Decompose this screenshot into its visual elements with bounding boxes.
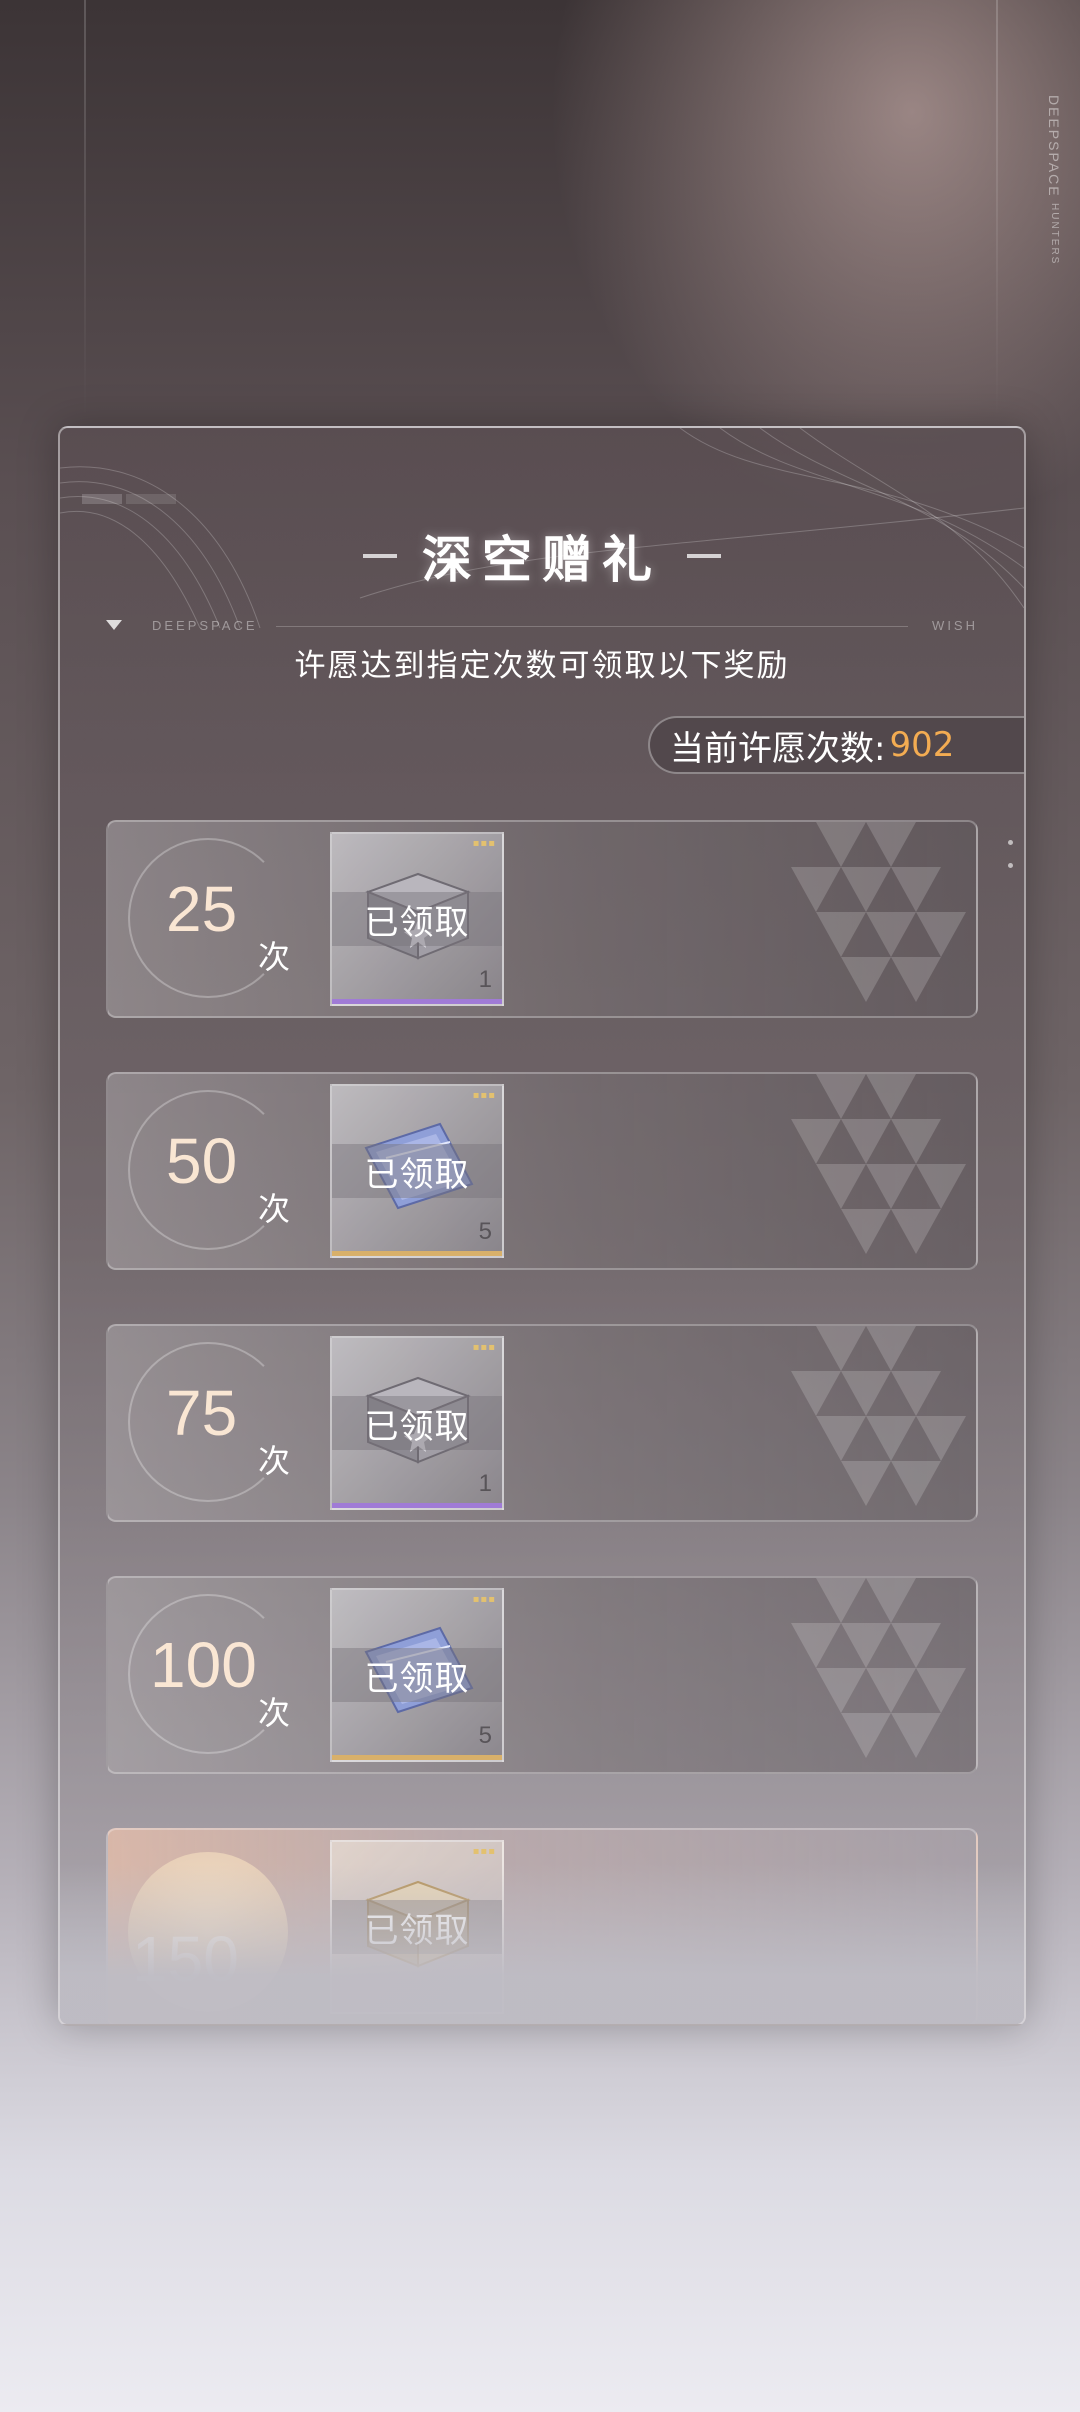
reward-card[interactable]: 25 次 ▪▪▪ 已领取 1: [106, 820, 978, 1018]
background-line: [84, 0, 86, 420]
reward-card[interactable]: 150 ▪▪▪ 已领取: [106, 1828, 978, 2024]
reward-card[interactable]: 100 次 ▪▪▪ 已领取 5: [106, 1576, 978, 1774]
title-dash-left: [362, 554, 397, 558]
milestone-number: 100: [150, 1629, 257, 1701]
triangle-pattern: [791, 1074, 966, 1254]
rarity-stars-icon: ▪▪▪: [472, 1846, 496, 1857]
reward-item[interactable]: ▪▪▪ 已领取 5: [330, 1084, 504, 1258]
milestone-number: 75: [166, 1377, 238, 1449]
rarity-stars-icon: ▪▪▪: [472, 838, 496, 849]
current-wish-count: 当前许愿次数: 902: [648, 716, 1024, 774]
scroll-dot: [1008, 840, 1013, 845]
milestone-unit: 次: [258, 938, 291, 976]
claimed-label: 已领取: [332, 1900, 502, 1954]
panel-subtitle: 许愿达到指定次数可领取以下奖励: [294, 648, 790, 684]
reward-item[interactable]: ▪▪▪ 已领取 1: [330, 1336, 504, 1510]
rarity-bar: [332, 1251, 502, 1256]
reward-list[interactable]: 25 次 ▪▪▪ 已领取 1 50 次 ▪▪▪ 已领取 5 75 次 ▪▪▪ 已…: [106, 820, 978, 2024]
reward-item[interactable]: ▪▪▪ 已领取 5: [330, 1588, 504, 1762]
rarity-bar: [332, 1755, 502, 1760]
milestone-number: 150: [132, 1923, 239, 1995]
rarity-bar: [332, 1503, 502, 1508]
reward-item[interactable]: ▪▪▪ 已领取: [330, 1840, 504, 2014]
background-line: [996, 0, 998, 420]
triangle-pattern: [791, 822, 966, 1002]
divider: [276, 626, 908, 627]
item-quantity: 1: [478, 966, 492, 993]
title-row: 深空赠礼: [60, 520, 1024, 592]
panel-title: 深空赠礼: [422, 530, 662, 589]
reward-card[interactable]: 75 次 ▪▪▪ 已领取 1: [106, 1324, 978, 1522]
side-brand-main: DEEPSPACE: [1046, 95, 1062, 198]
side-brand-text: DEEPSPACE HUNTERS: [1046, 95, 1062, 266]
item-quantity: 5: [478, 1218, 492, 1245]
milestone-number: 50: [166, 1125, 238, 1197]
reward-panel: 深空赠礼 DEEPSPACE WISH 许愿达到指定次数可领取以下奖励 当前许愿…: [58, 426, 1026, 2026]
scroll-indicator: [1008, 840, 1014, 886]
decoration-row: DEEPSPACE WISH: [106, 618, 978, 638]
rarity-stars-icon: ▪▪▪: [472, 1594, 496, 1605]
item-quantity: 1: [478, 1470, 492, 1497]
claimed-label: 已领取: [332, 1648, 502, 1702]
item-quantity: 5: [478, 1722, 492, 1749]
milestone-unit: 次: [258, 1694, 291, 1732]
triangle-pattern: [791, 1326, 966, 1506]
milestone-unit: 次: [258, 1190, 291, 1228]
claimed-label: 已领取: [332, 1144, 502, 1198]
milestone-unit: 次: [258, 1442, 291, 1480]
current-count-label: 当前许愿次数:: [670, 728, 886, 769]
deco-right-label: WISH: [932, 618, 978, 633]
milestone-number: 25: [166, 873, 238, 945]
rarity-stars-icon: ▪▪▪: [472, 1090, 496, 1101]
reward-card[interactable]: 50 次 ▪▪▪ 已领取 5: [106, 1072, 978, 1270]
triangle-pattern: [791, 1578, 966, 1758]
rarity-stars-icon: ▪▪▪: [472, 1342, 496, 1353]
rarity-bar: [332, 999, 502, 1004]
title-dash-right: [687, 554, 722, 558]
claimed-label: 已领取: [332, 1396, 502, 1450]
current-count-value: 902: [889, 725, 955, 765]
triangle-marker-icon: [106, 620, 122, 630]
side-brand-sub: HUNTERS: [1049, 203, 1060, 266]
deco-left-label: DEEPSPACE: [152, 618, 258, 633]
claimed-label: 已领取: [332, 892, 502, 946]
reward-item[interactable]: ▪▪▪ 已领取 1: [330, 832, 504, 1006]
scroll-dot: [1008, 863, 1013, 868]
